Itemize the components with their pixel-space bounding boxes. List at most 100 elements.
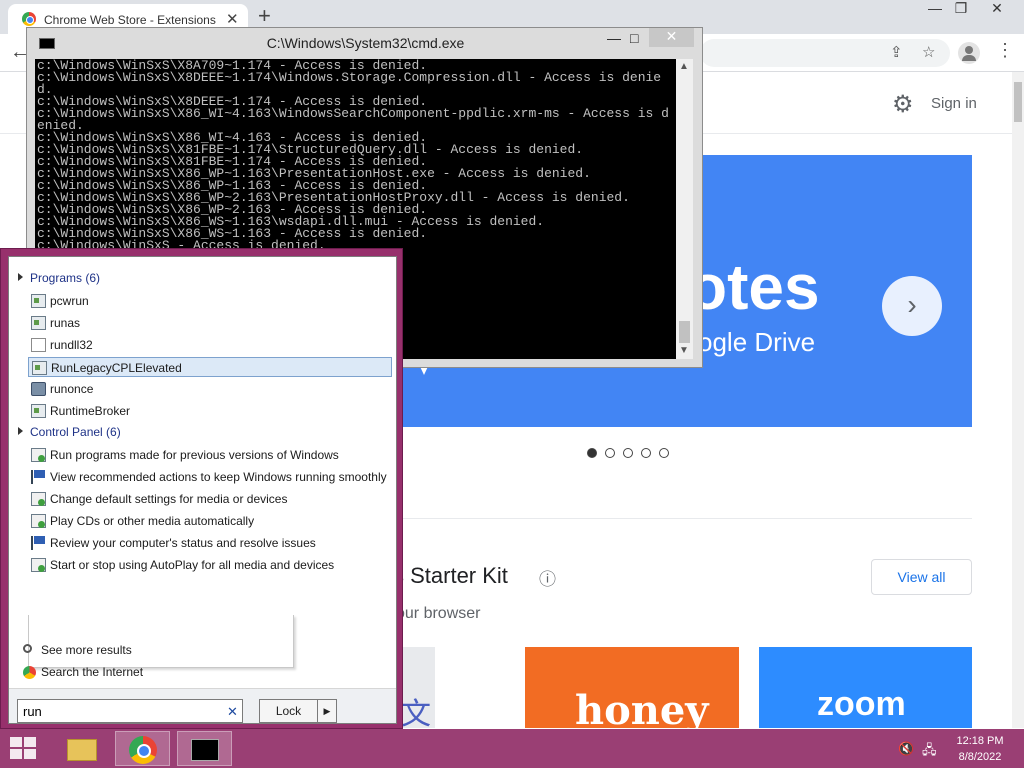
- browser-close-button[interactable]: ✕: [974, 0, 1020, 20]
- chrome-menu-icon[interactable]: ⋮: [996, 40, 1014, 61]
- expand-triangle-icon: [18, 273, 23, 281]
- control-panel-item[interactable]: Change default settings for media or dev…: [28, 489, 287, 509]
- network-icon[interactable]: 🖧: [922, 741, 937, 763]
- page-scrollbar[interactable]: [1012, 72, 1024, 728]
- folder-icon: [67, 739, 97, 761]
- gear-icon[interactable]: ⚙: [892, 90, 914, 119]
- start-search-input[interactable]: [17, 699, 243, 723]
- program-icon: [31, 382, 46, 396]
- clear-search-icon[interactable]: ✕: [227, 704, 238, 720]
- extension-tile-zoom[interactable]: zoom: [759, 647, 972, 728]
- start-button-windows-icon[interactable]: [10, 737, 38, 761]
- control-panel-icon: [31, 492, 46, 506]
- info-icon[interactable]: ⓘ: [539, 565, 556, 590]
- cmd-close-button[interactable]: ✕: [649, 28, 694, 47]
- program-label: RuntimeBroker: [50, 404, 131, 418]
- clock-time: 12:18 PM: [956, 735, 1004, 747]
- console-text: c:\Windows\WinSxS\X8A709~1.174 - Access …: [37, 59, 669, 253]
- program-item[interactable]: rundll32: [28, 335, 93, 355]
- chrome-icon: [129, 736, 157, 764]
- programs-group-label: Programs (6): [30, 271, 101, 285]
- program-item[interactable]: runonce: [28, 379, 93, 399]
- chrome-icon: [23, 666, 36, 679]
- address-bar[interactable]: ⇪ ☆: [700, 39, 950, 67]
- tab-close-icon[interactable]: ✕: [226, 10, 239, 28]
- search-internet-label: Search the Internet: [41, 665, 144, 679]
- start-menu-results-panel: Programs (6) pcwrun runas rundll32 RunLegac…: [8, 256, 397, 724]
- cmd-scrollbar[interactable]: ▲ ▼: [676, 59, 693, 359]
- section-subtitle: our browser: [396, 605, 481, 622]
- taskbar-file-explorer-icon[interactable]: [53, 731, 108, 766]
- extension-tile-honey[interactable]: honey: [525, 647, 739, 728]
- control-panel-label: Review your computer's status and resolv…: [50, 536, 316, 550]
- program-label: rundll32: [50, 338, 93, 352]
- zoom-logo: zoom: [817, 685, 906, 723]
- action-center-flag-icon: [31, 536, 46, 550]
- program-icon: [31, 294, 46, 308]
- see-more-results-link[interactable]: See more results: [23, 643, 132, 657]
- programs-group-header[interactable]: Programs (6): [18, 271, 100, 285]
- lock-button[interactable]: Lock: [259, 699, 318, 723]
- taskbar-chrome-icon[interactable]: [115, 731, 170, 766]
- control-panel-label: Run programs made for previous versions …: [50, 448, 339, 462]
- control-panel-item[interactable]: View recommended actions to keep Windows…: [28, 467, 387, 487]
- action-center-flag-icon: [31, 470, 46, 484]
- cmd-minimize-button[interactable]: —: [607, 30, 621, 46]
- share-icon[interactable]: ⇪: [890, 43, 903, 61]
- profile-avatar-icon[interactable]: [958, 42, 980, 64]
- cmd-scrollbar-thumb[interactable]: [679, 321, 690, 343]
- control-panel-icon: [31, 514, 46, 528]
- taskbar: 🔇 🖧 12:18 PM 8/8/2022: [0, 729, 1024, 768]
- program-label: RunLegacyCPLElevated: [51, 361, 182, 375]
- cmd-maximize-button[interactable]: □: [630, 30, 638, 46]
- program-item[interactable]: runas: [28, 313, 80, 333]
- scroll-down-icon[interactable]: ▼: [679, 345, 689, 356]
- cmd-icon: [191, 739, 219, 761]
- control-panel-icon: [31, 448, 46, 462]
- clock-date: 8/8/2022: [958, 751, 1002, 763]
- start-menu-bottom-bar: ✕ Lock ▶: [9, 688, 396, 723]
- program-item[interactable]: RuntimeBroker: [28, 401, 130, 421]
- control-panel-item[interactable]: Review your computer's status and resolv…: [28, 533, 316, 553]
- page-scrollbar-thumb[interactable]: [1014, 82, 1022, 122]
- program-item[interactable]: pcwrun: [28, 291, 89, 311]
- windows-logo-pane: [10, 749, 22, 759]
- power-options-arrow-icon[interactable]: ▶: [318, 699, 337, 723]
- honey-logo: honey: [575, 687, 709, 728]
- control-panel-item[interactable]: Run programs made for previous versions …: [28, 445, 339, 465]
- windows-logo-pane: [24, 749, 36, 759]
- program-icon: [32, 361, 47, 375]
- carousel-next-icon[interactable]: ›: [882, 276, 942, 336]
- control-panel-item[interactable]: Play CDs or other media automatically: [28, 511, 254, 531]
- see-more-label: See more results: [41, 643, 132, 657]
- carousel-dots: [587, 447, 677, 461]
- control-panel-label: Play CDs or other media automatically: [50, 514, 255, 528]
- carousel-dot[interactable]: [605, 448, 615, 458]
- carousel-dot[interactable]: [659, 448, 669, 458]
- control-panel-label: View recommended actions to keep Windows…: [50, 470, 387, 484]
- banner-subtitle: ogle Drive: [698, 327, 816, 357]
- program-icon: [31, 316, 46, 330]
- control-panel-group-header[interactable]: Control Panel (6): [18, 425, 121, 439]
- carousel-dot[interactable]: [641, 448, 651, 458]
- taskbar-cmd-icon[interactable]: [177, 731, 232, 766]
- carousel-dot[interactable]: [623, 448, 633, 458]
- sign-in-link[interactable]: Sign in: [931, 95, 977, 112]
- chrome-web-store-icon: [22, 12, 36, 26]
- tooltip-shadow: [28, 615, 294, 668]
- program-icon: [31, 404, 46, 418]
- scroll-up-icon[interactable]: ▲: [679, 61, 689, 72]
- volume-muted-icon[interactable]: 🔇: [898, 741, 914, 757]
- banner-title: otes: [688, 251, 820, 323]
- control-panel-label: Change default settings for media or dev…: [50, 492, 288, 506]
- carousel-dot[interactable]: [587, 448, 597, 458]
- search-the-internet-link[interactable]: Search the Internet: [23, 665, 143, 679]
- control-panel-icon: [31, 558, 46, 572]
- program-icon: [31, 338, 46, 352]
- program-item[interactable]: RunLegacyCPLElevated: [28, 357, 392, 377]
- new-tab-button[interactable]: +: [258, 3, 271, 29]
- view-all-button[interactable]: View all: [871, 559, 972, 595]
- taskbar-clock[interactable]: 12:18 PM 8/8/2022: [950, 733, 1010, 765]
- control-panel-item[interactable]: Start or stop using AutoPlay for all med…: [28, 555, 334, 575]
- bookmark-star-icon[interactable]: ☆: [922, 43, 935, 61]
